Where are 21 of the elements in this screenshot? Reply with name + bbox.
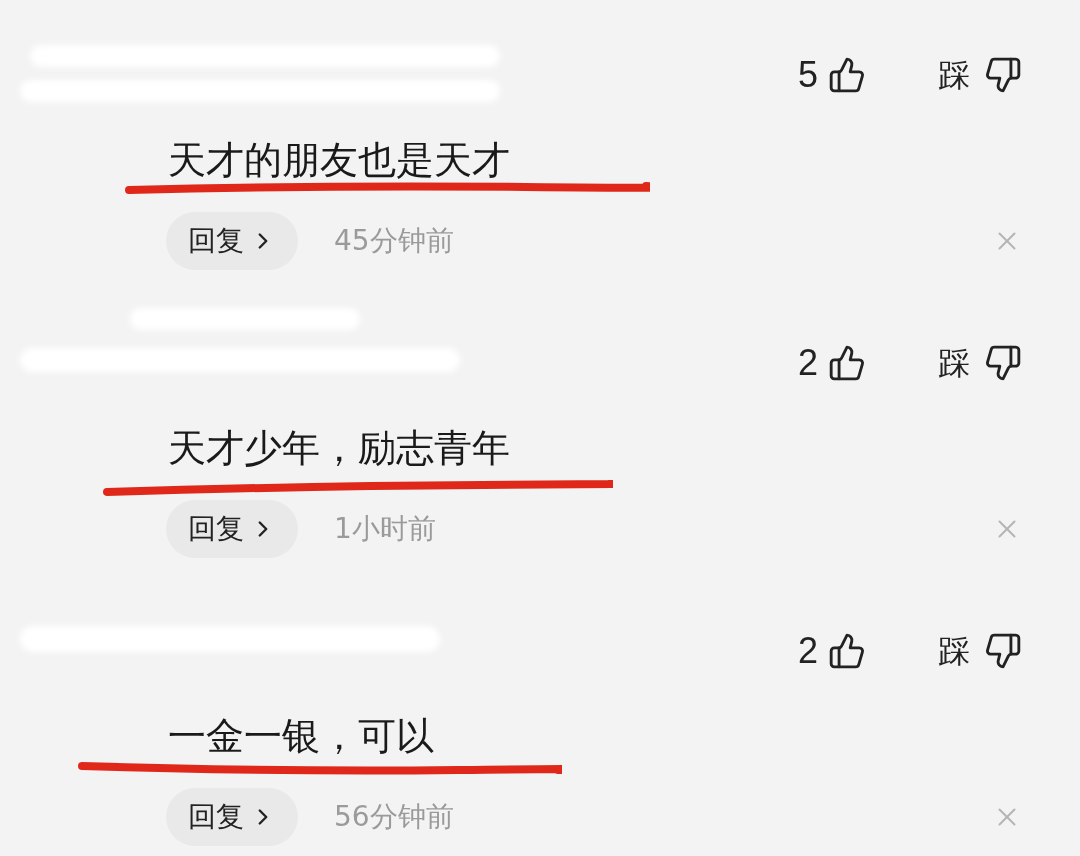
comment-text: 一金一银，可以 <box>168 713 435 760</box>
thumbs-down-icon[interactable] <box>984 632 1022 670</box>
like-count: 5 <box>797 57 818 93</box>
reply-button[interactable]: 回复 <box>166 788 298 846</box>
reply-button[interactable]: 回复 <box>166 500 298 558</box>
thumbs-up-icon[interactable] <box>828 344 866 382</box>
timestamp: 1小时前 <box>334 511 436 547</box>
like-count: 2 <box>797 633 818 669</box>
thumbs-up-icon[interactable] <box>828 56 866 94</box>
comment-text: 天才的朋友也是天才 <box>168 137 511 184</box>
like-count: 2 <box>797 345 818 381</box>
timestamp: 45分钟前 <box>334 223 454 259</box>
dislike-label[interactable]: 踩 <box>938 347 970 379</box>
thumbs-up-icon[interactable] <box>828 632 866 670</box>
timestamp: 56分钟前 <box>334 799 454 835</box>
dislike-label[interactable]: 踩 <box>938 59 970 91</box>
thumbs-down-icon[interactable] <box>984 344 1022 382</box>
thumbs-down-icon[interactable] <box>984 56 1022 94</box>
dislike-label[interactable]: 踩 <box>938 635 970 667</box>
reply-button[interactable]: 回复 <box>166 212 298 270</box>
comment-text: 天才少年，励志青年 <box>168 425 511 472</box>
